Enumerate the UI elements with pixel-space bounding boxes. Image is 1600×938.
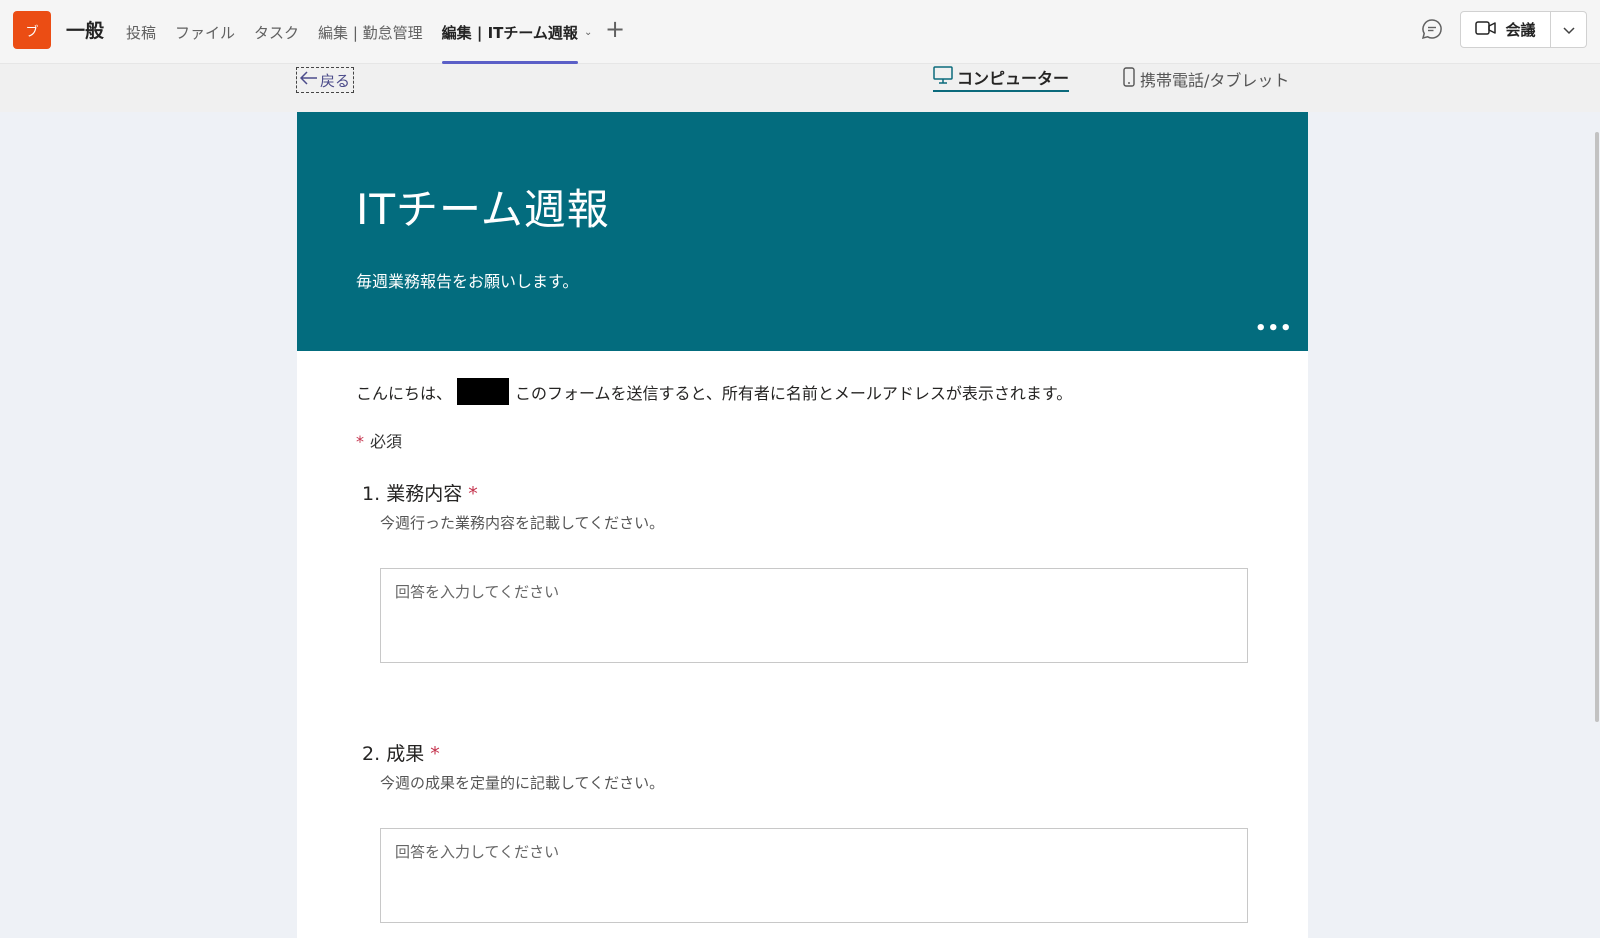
form-card: ITチーム週報 毎週業務報告をお願いします。 ••• こんにちは、 このフォーム… — [297, 112, 1308, 938]
chevron-down-icon[interactable]: ⌄ — [584, 27, 592, 38]
question-2-subtitle: 今週の成果を定量的に記載してください。 — [380, 774, 665, 792]
redacted-name — [457, 378, 510, 405]
required-note: * 必須 — [356, 428, 402, 452]
tab-files-label: ファイル — [175, 23, 236, 42]
tab-tasks[interactable]: タスク — [254, 0, 299, 64]
teams-header: ブ 一般 投稿 ファイル タスク 編集 | 勤怠管理 編集 | ITチーム週報 … — [0, 0, 1600, 64]
monitor-icon — [933, 66, 953, 88]
back-button-label: 戻る — [320, 71, 351, 90]
back-button[interactable]: 戻る — [296, 67, 355, 93]
greeting-prefix: こんにちは、 — [356, 383, 453, 403]
question-1-answer-input[interactable] — [380, 568, 1248, 663]
arrow-left-icon — [299, 71, 318, 89]
question-1-subtitle: 今週行った業務内容を記載してください。 — [380, 514, 665, 532]
view-computer-label: コンピューター — [957, 69, 1070, 88]
tab-it-weekly[interactable]: 編集 | ITチーム週報 ⌄ — [441, 0, 592, 64]
question-1-label: 業務内容 — [386, 483, 463, 505]
form-description: 毎週業務報告をお願いします。 — [356, 272, 579, 291]
question-1-number: 1. — [362, 483, 381, 505]
tab-attendance[interactable]: 編集 | 勤怠管理 — [318, 0, 423, 64]
question-2-answer-input[interactable] — [380, 828, 1248, 923]
forms-toolbar: 戻る コンピューター 携帯電話/タブレット — [0, 64, 1600, 112]
channel-tabs: 投稿 ファイル タスク 編集 | 勤怠管理 編集 | ITチーム週報 ⌄ — [126, 0, 592, 64]
form-header-banner: ITチーム週報 毎週業務報告をお願いします。 ••• — [297, 112, 1308, 351]
view-mobile-tab[interactable]: 携帯電話/タブレット — [1123, 66, 1289, 92]
team-avatar-label: ブ — [25, 24, 39, 40]
scrollbar-thumb[interactable] — [1595, 132, 1599, 722]
phone-icon — [1123, 67, 1135, 91]
required-note-label: 必須 — [370, 432, 403, 451]
plus-icon[interactable]: + — [605, 14, 625, 44]
chat-bubble-icon[interactable] — [1420, 17, 1444, 41]
meet-options-button[interactable] — [1551, 11, 1587, 48]
view-computer-tab[interactable]: コンピューター — [933, 66, 1070, 92]
tab-files[interactable]: ファイル — [175, 0, 235, 64]
form-title: ITチーム週報 — [356, 185, 610, 234]
meet-button[interactable]: 会議 — [1460, 11, 1551, 48]
question-2-label: 成果 — [386, 743, 425, 765]
view-mobile-label: 携帯電話/タブレット — [1140, 71, 1290, 90]
required-asterisk: * — [430, 743, 440, 765]
chevron-down-icon — [1562, 20, 1575, 39]
required-asterisk: * — [468, 483, 478, 505]
tab-posts-label: 投稿 — [126, 23, 157, 42]
tab-tasks-label: タスク — [254, 23, 300, 42]
tab-posts[interactable]: 投稿 — [126, 0, 156, 64]
more-options-icon[interactable]: ••• — [1255, 318, 1293, 339]
tab-attendance-label: 編集 | 勤怠管理 — [318, 23, 423, 42]
video-camera-icon — [1475, 20, 1497, 40]
question-2-title: 2. 成果 * — [362, 739, 440, 766]
greeting-text: こんにちは、 このフォームを送信すると、所有者に名前とメールアドレスが表示されま… — [356, 378, 1072, 405]
question-1-title: 1. 業務内容 * — [362, 479, 478, 506]
greeting-suffix: このフォームを送信すると、所有者に名前とメールアドレスが表示されます。 — [515, 383, 1073, 403]
tab-it-weekly-label: 編集 | ITチーム週報 — [441, 23, 578, 42]
required-asterisk: * — [356, 432, 364, 451]
team-avatar[interactable]: ブ — [13, 11, 51, 49]
question-2-number: 2. — [362, 743, 381, 765]
channel-name: 一般 — [66, 20, 105, 42]
meet-button-label: 会議 — [1505, 21, 1536, 39]
